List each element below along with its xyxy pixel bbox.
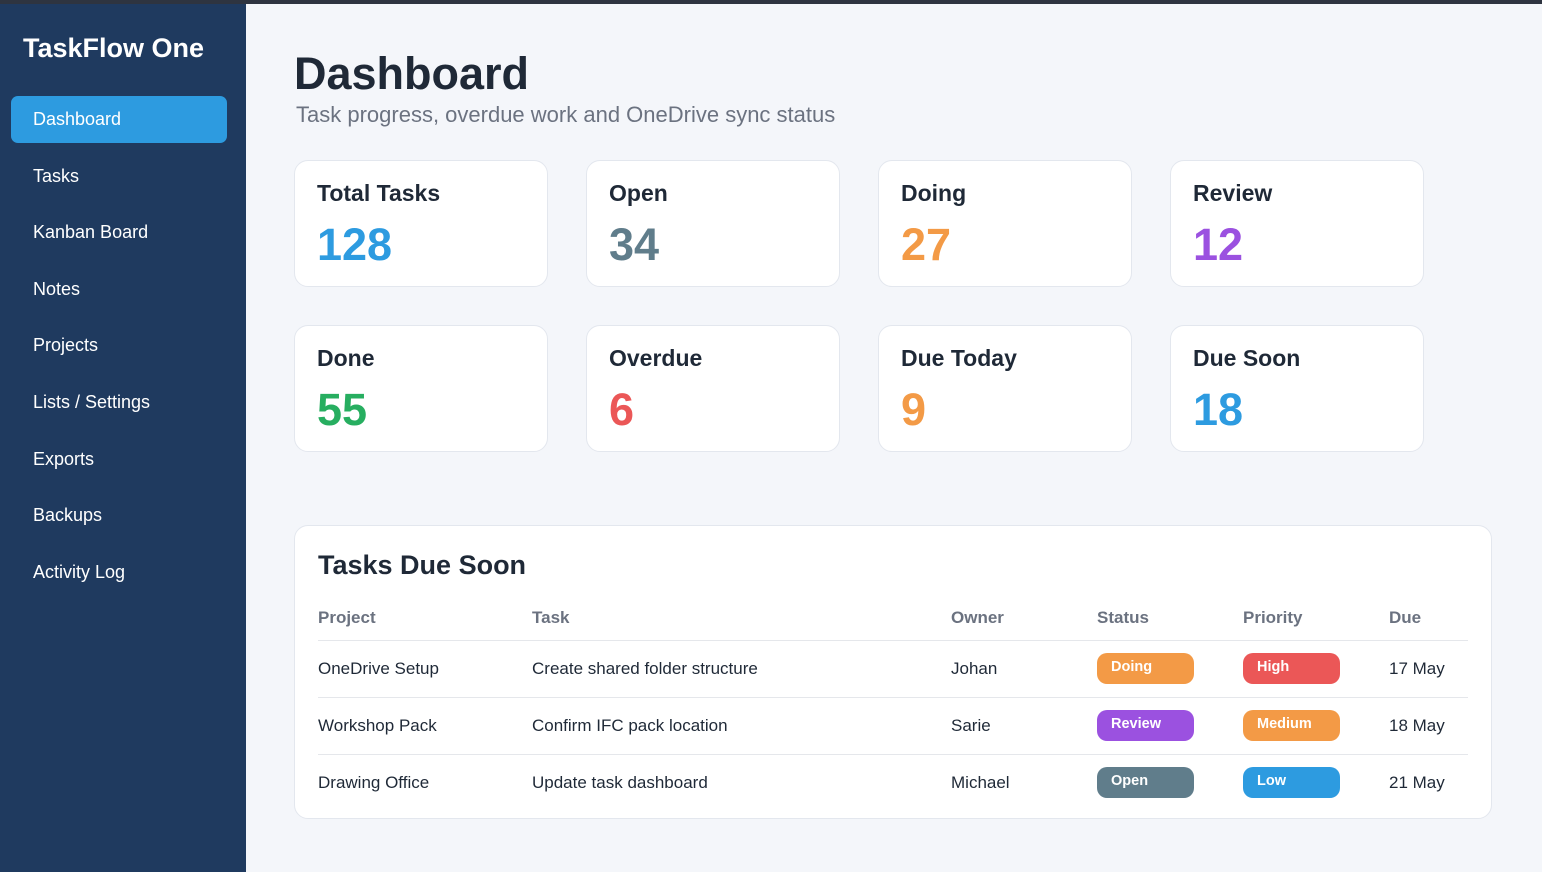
column-header-owner: Owner xyxy=(951,596,1097,641)
app-brand: TaskFlow One xyxy=(23,33,205,63)
tasks-due-soon-title: Tasks Due Soon xyxy=(318,550,527,580)
priority-badge: Medium xyxy=(1243,709,1340,741)
table-row[interactable]: Workshop Pack Confirm IFC pack location … xyxy=(318,697,1468,755)
cell-due: 21 May xyxy=(1389,773,1445,792)
stat-value: 27 xyxy=(901,219,952,270)
page-subtitle: Task progress, overdue work and OneDrive… xyxy=(296,102,836,127)
main-content: Dashboard Task progress, overdue work an… xyxy=(246,4,1542,872)
sidebar-item-kanban-board[interactable]: Kanban Board xyxy=(11,209,227,256)
status-badge: Doing xyxy=(1097,652,1194,684)
sidebar-nav: Dashboard Tasks Kanban Board Notes Proje… xyxy=(11,96,227,605)
column-header-status: Status xyxy=(1097,596,1243,641)
priority-badge: High xyxy=(1243,652,1340,684)
tasks-due-soon-card: Tasks Due Soon Project Task Owner Status… xyxy=(294,525,1492,819)
stat-value: 18 xyxy=(1193,384,1244,435)
cell-task: Update task dashboard xyxy=(532,773,708,792)
sidebar-item-notes[interactable]: Notes xyxy=(11,266,227,313)
table-row[interactable]: OneDrive Setup Create shared folder stru… xyxy=(318,640,1468,698)
cell-priority: Medium xyxy=(1243,697,1389,755)
cell-due: 17 May xyxy=(1389,640,1468,698)
sidebar-item-backups[interactable]: Backups xyxy=(11,492,227,539)
stat-card-total-tasks: Total Tasks 128 xyxy=(294,160,548,287)
cell-project: Drawing Office xyxy=(318,773,430,792)
status-badge: Review xyxy=(1097,709,1194,741)
cell-status: Review xyxy=(1097,697,1243,755)
stat-card-due-today: Due Today 9 xyxy=(878,325,1132,452)
column-header-task: Task xyxy=(532,596,951,641)
priority-badge: Low xyxy=(1243,766,1340,798)
sidebar-item-projects[interactable]: Projects xyxy=(11,322,227,369)
stat-label: Doing xyxy=(901,180,967,206)
stat-label: Total Tasks xyxy=(317,180,441,206)
page-title: Dashboard xyxy=(294,48,530,99)
stat-card-review: Review 12 xyxy=(1170,160,1424,287)
cell-priority: High xyxy=(1243,640,1389,698)
stat-label: Open xyxy=(609,180,668,206)
stat-value: 6 xyxy=(609,384,635,435)
column-header-priority: Priority xyxy=(1243,596,1389,641)
cell-owner: Sarie xyxy=(951,697,1097,755)
stats-grid: Total Tasks 128 Open 34 Doing 27 Review … xyxy=(294,160,1426,452)
stat-card-done: Done 55 xyxy=(294,325,548,452)
cell-task: Create shared folder structure xyxy=(532,640,951,698)
sidebar-item-activity-log[interactable]: Activity Log xyxy=(11,549,227,596)
status-badge: Open xyxy=(1097,766,1194,798)
column-header-project: Project xyxy=(318,596,532,641)
cell-status: Doing xyxy=(1097,640,1243,698)
stat-card-overdue: Overdue 6 xyxy=(586,325,840,452)
table-header-row: Project Task Owner Status Priority Due xyxy=(318,596,1468,641)
stat-value: 12 xyxy=(1193,219,1244,270)
stat-label: Due Soon xyxy=(1193,345,1301,371)
stat-label: Due Today xyxy=(901,345,1017,371)
sidebar-item-tasks[interactable]: Tasks xyxy=(11,153,227,200)
cell-project: Workshop Pack xyxy=(318,697,532,755)
stat-card-doing: Doing 27 xyxy=(878,160,1132,287)
stat-value: 128 xyxy=(317,219,393,270)
sidebar-item-dashboard[interactable]: Dashboard xyxy=(11,96,227,143)
tasks-due-soon-table: Project Task Owner Status Priority Due O… xyxy=(318,596,1468,811)
cell-owner: Michael xyxy=(951,773,1010,792)
cell-priority: Low xyxy=(1243,755,1389,812)
sidebar-item-lists-settings[interactable]: Lists / Settings xyxy=(11,379,227,426)
stat-value: 9 xyxy=(901,384,927,435)
cell-status: Open xyxy=(1097,755,1243,812)
table-row[interactable]: Drawing Office Update task dashboard Mic… xyxy=(318,755,1468,812)
cell-due: 18 May xyxy=(1389,697,1468,755)
stat-label: Done xyxy=(317,345,375,371)
cell-task: Confirm IFC pack location xyxy=(532,697,951,755)
stat-value: 55 xyxy=(317,384,368,435)
sidebar-item-exports[interactable]: Exports xyxy=(11,436,227,483)
stat-label: Overdue xyxy=(609,345,703,371)
stat-card-due-soon: Due Soon 18 xyxy=(1170,325,1424,452)
stat-card-open: Open 34 xyxy=(586,160,840,287)
stat-label: Review xyxy=(1193,180,1273,206)
cell-project: OneDrive Setup xyxy=(318,640,532,698)
sidebar: TaskFlow One Dashboard Tasks Kanban Boar… xyxy=(0,4,246,872)
stat-value: 34 xyxy=(609,219,660,270)
column-header-due: Due xyxy=(1389,596,1468,641)
cell-owner: Johan xyxy=(951,640,1097,698)
